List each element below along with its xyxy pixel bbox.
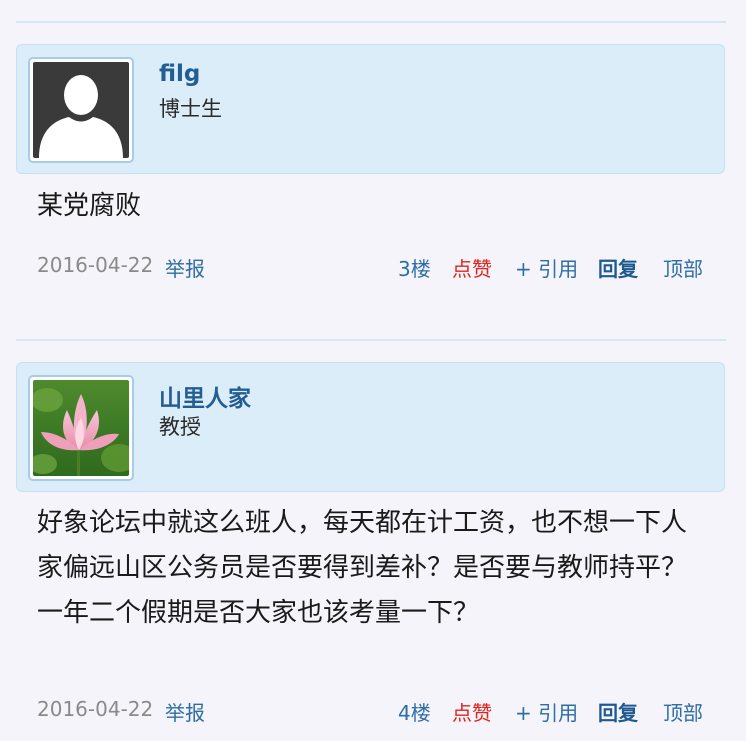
floor-number[interactable]: 4楼 <box>398 697 431 726</box>
quote-button[interactable]: + 引用 <box>515 697 578 726</box>
reply-button[interactable]: 回复 <box>598 697 638 726</box>
like-button[interactable]: 点赞 <box>452 697 492 726</box>
user-title: 博士生 <box>159 97 222 121</box>
avatar[interactable] <box>28 375 134 481</box>
like-button[interactable]: 点赞 <box>452 253 492 282</box>
post-content: 好象论坛中就这么班人，每天都在计工资，也不想一下人家偏远山区公务员是否要得到差补… <box>37 508 688 628</box>
default-user-avatar-icon <box>33 62 129 158</box>
report-link[interactable]: 举报 <box>165 697 205 726</box>
back-to-top-link[interactable]: 顶部 <box>663 697 703 726</box>
username[interactable]: filg <box>159 61 200 87</box>
post-date: 2016-04-22 <box>37 253 154 277</box>
user-info-card: filg 博士生 <box>16 44 725 174</box>
username[interactable]: 山里人家 <box>159 379 251 413</box>
post-divider <box>16 339 726 341</box>
post-divider <box>16 21 726 23</box>
report-link[interactable]: 举报 <box>165 253 205 282</box>
post-meta-bar: 2016-04-22 举报 3楼 点赞 + 引用 回复 顶部 <box>37 253 709 283</box>
back-to-top-link[interactable]: 顶部 <box>663 253 703 282</box>
avatar[interactable] <box>28 57 134 163</box>
quote-button[interactable]: + 引用 <box>515 253 578 282</box>
lotus-flower-avatar-icon <box>33 380 129 476</box>
post-meta-bar: 2016-04-22 举报 4楼 点赞 + 引用 回复 顶部 <box>37 697 709 727</box>
post-date: 2016-04-22 <box>37 697 154 721</box>
user-title: 教授 <box>159 415 201 439</box>
user-info-card: 山里人家 教授 <box>16 362 725 492</box>
reply-button[interactable]: 回复 <box>598 253 638 282</box>
post-content: 某党腐败 <box>37 191 142 221</box>
floor-number[interactable]: 3楼 <box>398 253 431 282</box>
